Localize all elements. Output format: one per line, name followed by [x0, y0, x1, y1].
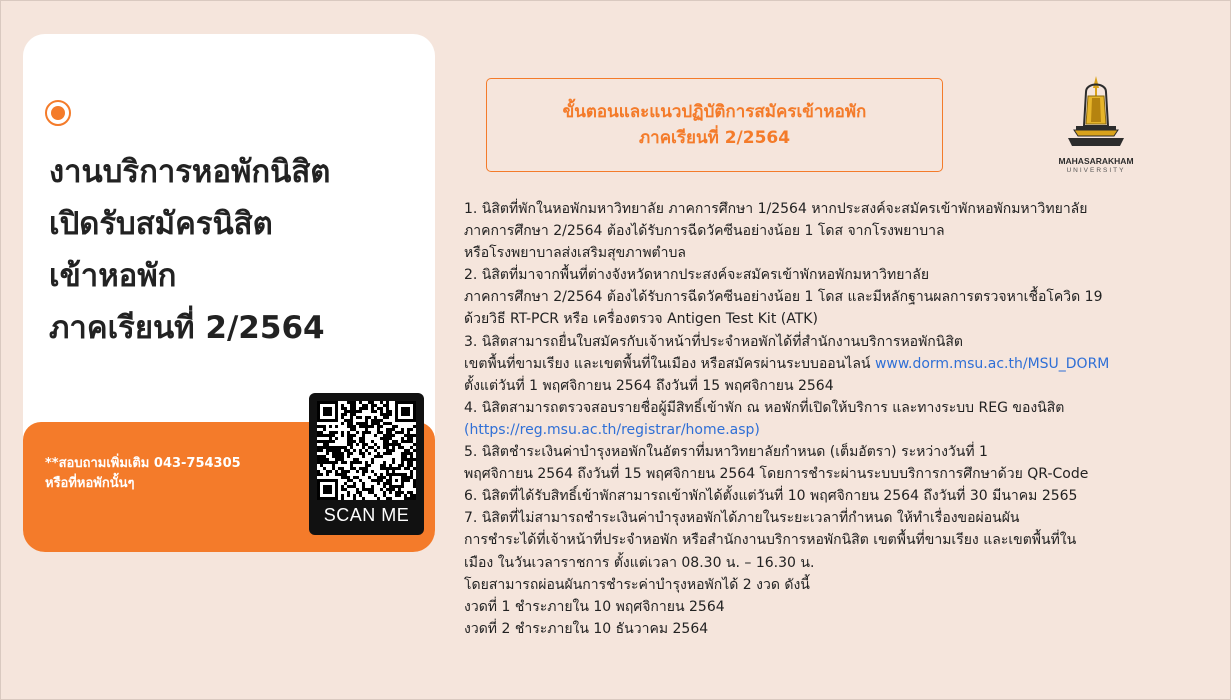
- list-item: (https://reg.msu.ac.th/registrar/home.as…: [464, 419, 1224, 441]
- list-text: เขตพื้นที่ขามเรียง และเขตพื้นที่ในเมือง …: [464, 355, 875, 372]
- reg-link[interactable]: (https://reg.msu.ac.th/registrar/home.as…: [464, 422, 760, 438]
- list-item: 1. นิสิตที่พักในหอพักมหาวิทยาลัย ภาคการศ…: [464, 201, 1088, 217]
- qr-code-icon: [317, 401, 416, 500]
- headline-line: งานบริการหอพักนิสิต: [49, 154, 331, 190]
- headline-line: ภาคเรียนที่ 2/2564: [49, 310, 325, 346]
- procedure-title: ขั้นตอนและแนวปฏิบัติการสมัครเข้าหอพัก: [562, 102, 867, 122]
- headline-line: เข้าหอพัก: [49, 258, 177, 294]
- university-sub: UNIVERSITY: [1066, 167, 1126, 174]
- list-item: 2. นิสิตที่มาจากพื้นที่ต่างจังหวัดหากประ…: [464, 267, 930, 284]
- headline: งานบริการหอพักนิสิต เปิดรับสมัครนิสิต เข…: [49, 146, 429, 354]
- scan-me-label: SCAN ME: [323, 505, 410, 525]
- list-item: พฤศจิกายน 2564 ถึงวันที่ 15 พฤศจิกายน 25…: [464, 466, 1089, 483]
- list-item: 7. นิสิตที่ไม่สามารถชำระเงินค่าบำรุงหอพั…: [464, 510, 1020, 527]
- procedure-list: 1. นิสิตที่พักในหอพักมหาวิทยาลัย ภาคการศ…: [464, 198, 1224, 640]
- procedure-title-box: ขั้นตอนและแนวปฏิบัติการสมัครเข้าหอพัก ภา…: [486, 78, 943, 172]
- bullet-dot-icon: [45, 100, 71, 126]
- list-item: ภาคการศึกษา 2/2564 ต้องได้รับการฉีดวัคซี…: [464, 223, 945, 240]
- list-item: ภาคการศึกษา 2/2564 ต้องได้รับการฉีดวัคซี…: [464, 289, 1103, 306]
- contact-info: **สอบถามเพิ่มเติม 043-754305 หรือที่หอพั…: [45, 454, 305, 494]
- list-item: 4. นิสิตสามารถตรวจสอบรายชื่อผู้มีสิทธิ์เ…: [464, 399, 1065, 416]
- list-item: การชำระได้ที่เจ้าหน้าที่ประจำหอพัก หรือส…: [464, 532, 1077, 549]
- list-item: 3. นิสิตสามารถยื่นใบสมัครกับเจ้าหน้าที่ป…: [464, 333, 963, 350]
- list-item: เขตพื้นที่ขามเรียง และเขตพื้นที่ในเมือง …: [464, 353, 1224, 375]
- list-item: งวดที่ 1 ชำระภายใน 10 พฤศจิกายน 2564: [464, 598, 725, 615]
- list-item: 5. นิสิตชำระเงินค่าบำรุงหอพักในอัตราที่ม…: [464, 444, 988, 461]
- list-item: 6. นิสิตที่ได้รับสิทธิ์เข้าพักสามารถเข้า…: [464, 488, 1078, 505]
- list-item: งวดที่ 2 ชำระภายใน 10 ธันวาคม 2564: [464, 620, 709, 637]
- list-item: ตั้งแต่วันที่ 1 พฤศจิกายน 2564 ถึงวันที่…: [464, 377, 834, 394]
- procedure-semester: ภาคเรียนที่ 2/2564: [638, 128, 791, 148]
- university-name: MAHASARAKHAM: [1058, 156, 1134, 166]
- list-item: เมือง ในวันเวลาราชการ ตั้งแต่เวลา 08.30 …: [464, 554, 815, 571]
- list-item: โดยสามารถผ่อนผันการชำระค่าบำรุงหอพักได้ …: [464, 576, 810, 593]
- qr-code-card[interactable]: SCAN ME: [309, 393, 424, 535]
- university-emblem-icon: [1068, 76, 1124, 146]
- headline-line: เปิดรับสมัครนิสิต: [49, 206, 273, 242]
- list-item: ด้วยวิธี RT-PCR หรือ เครื่องตรวจ Antigen…: [464, 311, 818, 328]
- contact-phone: **สอบถามเพิ่มเติม 043-754305: [45, 456, 241, 471]
- university-logo: MAHASARAKHAM UNIVERSITY: [1050, 74, 1142, 178]
- list-item: หรือโรงพยาบาลส่งเสริมสุขภาพตำบล: [464, 245, 686, 262]
- dorm-link[interactable]: www.dorm.msu.ac.th/MSU_DORM: [875, 356, 1109, 372]
- contact-note: หรือที่หอพักนั้นๆ: [45, 476, 135, 491]
